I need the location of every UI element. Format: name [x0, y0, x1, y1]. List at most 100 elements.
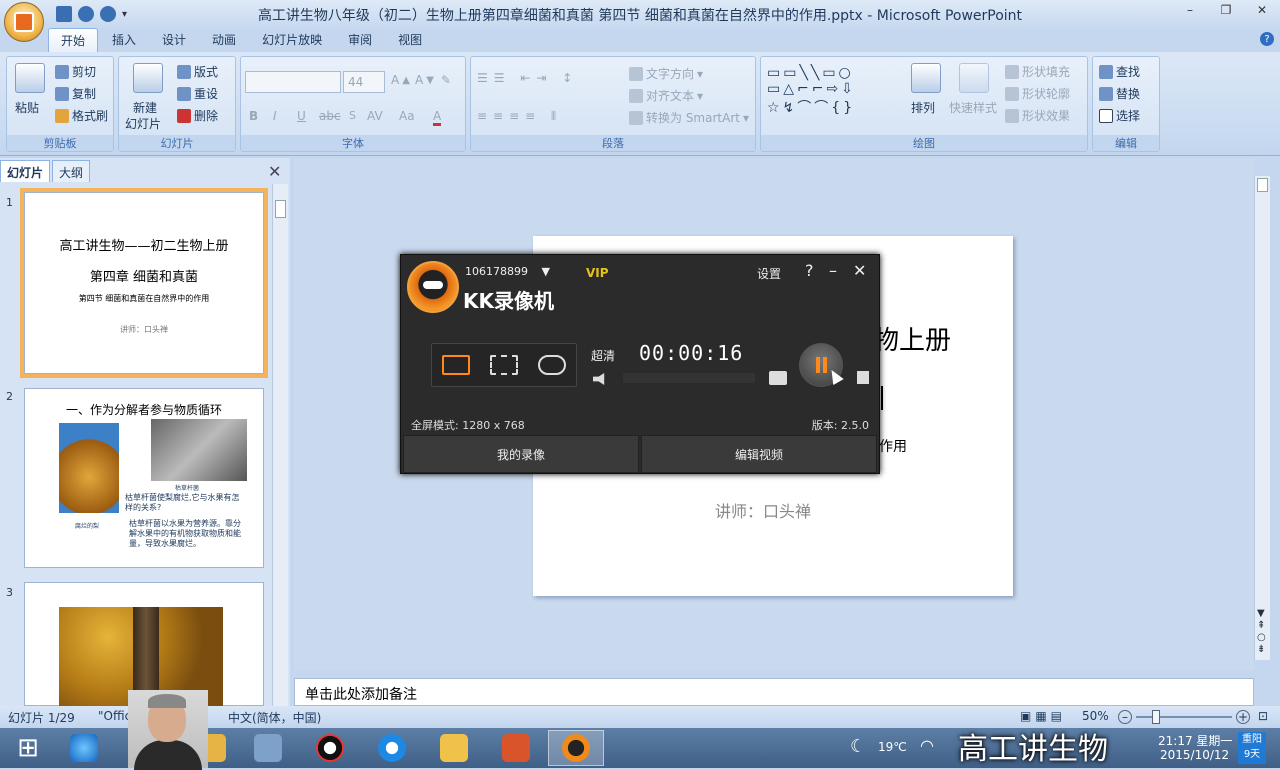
camera-icon[interactable]	[769, 371, 787, 385]
kk-user-id[interactable]: 106178899 ▼	[465, 265, 550, 278]
delete-button[interactable]: 删除	[177, 107, 218, 124]
shadow-icon[interactable]: S	[349, 109, 356, 122]
edit-video-button[interactable]: 编辑视频	[641, 435, 877, 473]
taskbar-app5[interactable]	[364, 730, 420, 766]
new-slide-button[interactable]: 新建	[133, 99, 157, 116]
tab-animation[interactable]: 动画	[200, 28, 248, 52]
panel-scroll-thumb[interactable]	[275, 200, 286, 218]
shape-outline-button[interactable]: 形状轮廓	[1005, 85, 1070, 102]
font-size-field[interactable]: 44	[343, 71, 385, 93]
taskbar-ie[interactable]	[56, 730, 112, 766]
close-panel-icon[interactable]: ✕	[268, 162, 281, 181]
kk-recorder-window[interactable]: 106178899 ▼ VIP KK录像机 设置 ? – ✕ 超清 00:00:…	[400, 254, 880, 474]
grow-font-button[interactable]: A ▲	[391, 73, 410, 87]
zoom-level[interactable]: 50%	[1082, 709, 1109, 723]
clock-date[interactable]: 2015/10/12	[1160, 748, 1229, 762]
minimize-button[interactable]: –	[1172, 0, 1208, 20]
slide-thumbnail-1[interactable]: 高工讲生物——初二生物上册 第四章 细菌和真菌 第四节 细菌和真菌在自然界中的作…	[20, 188, 268, 378]
find-button[interactable]: 查找	[1099, 63, 1140, 80]
slide-thumbnail-2[interactable]: 一、作为分解者参与物质循环 枯草杆菌 腐烂的梨 枯草杆菌使梨腐烂,它与水果有怎样…	[24, 388, 264, 568]
zoom-slider-thumb[interactable]	[1152, 710, 1160, 724]
arrange-icon[interactable]	[911, 63, 941, 93]
volume-icon[interactable]	[593, 373, 605, 385]
replace-button[interactable]: 替换	[1099, 85, 1140, 102]
notes-pane[interactable]: 单击此处添加备注	[294, 678, 1254, 706]
arrange-button[interactable]: 排列	[911, 99, 935, 116]
paste-icon[interactable]	[15, 63, 45, 93]
panel-scrollbar[interactable]	[272, 184, 288, 706]
clear-format-icon[interactable]: ✎	[441, 73, 451, 87]
slide-scrollbar[interactable]: ▼ ⇞ ○ ⇟	[1254, 176, 1270, 660]
char-spacing-button[interactable]: AV	[367, 109, 383, 123]
kk-minimize-button[interactable]: –	[829, 261, 837, 280]
restore-button[interactable]: ❐	[1208, 0, 1244, 20]
taskbar-powerpoint[interactable]	[488, 730, 544, 766]
fit-window-icon[interactable]: ⊡	[1258, 709, 1268, 723]
tab-outline[interactable]: 大纲	[52, 160, 91, 182]
scroll-nav-icons[interactable]: ▼ ⇞ ○ ⇟	[1257, 608, 1266, 656]
tab-view[interactable]: 视图	[386, 28, 434, 52]
italic-button[interactable]: I	[273, 109, 277, 123]
align-text-button[interactable]: 对齐文本 ▾	[629, 87, 703, 104]
bold-button[interactable]: B	[249, 109, 258, 123]
select-button[interactable]: 选择	[1099, 107, 1140, 124]
fullscreen-mode-icon[interactable]	[442, 355, 470, 375]
quality-setting[interactable]: 超清	[591, 347, 615, 364]
wifi-icon[interactable]: ◠	[920, 736, 934, 755]
user-dropdown-icon[interactable]: ▼	[542, 265, 550, 278]
tab-slides[interactable]: 幻灯片	[0, 160, 51, 182]
reset-button[interactable]: 重设	[177, 85, 218, 102]
help-icon[interactable]: ?	[1260, 32, 1274, 46]
taskbar-kk-recorder[interactable]	[548, 730, 604, 766]
start-button[interactable]: ⊞	[0, 730, 56, 766]
paste-button[interactable]: 粘贴	[15, 99, 39, 116]
kk-close-button[interactable]: ✕	[853, 261, 866, 280]
office-button[interactable]	[4, 2, 44, 42]
region-mode-icon[interactable]	[490, 355, 518, 375]
tab-design[interactable]: 设计	[150, 28, 198, 52]
taskbar-qq[interactable]	[302, 730, 358, 766]
shrink-font-button[interactable]: A ▼	[415, 73, 434, 87]
volume-bar[interactable]	[623, 373, 755, 383]
quick-styles-button[interactable]: 快速样式	[949, 99, 997, 116]
tab-home[interactable]: 开始	[48, 28, 99, 52]
text-direction-button[interactable]: 文字方向 ▾	[629, 65, 703, 82]
slide-scroll-thumb[interactable]	[1257, 178, 1268, 192]
stop-button[interactable]	[857, 371, 869, 384]
format-painter-button[interactable]: 格式刷	[55, 107, 108, 124]
kk-help-button[interactable]: ?	[805, 261, 814, 280]
cut-button[interactable]: 剪切	[55, 63, 96, 80]
gamepad-icon[interactable]	[538, 355, 566, 375]
new-slide-icon[interactable]	[133, 63, 163, 93]
vip-badge[interactable]: VIP	[586, 266, 609, 280]
strikethrough-button[interactable]: abc	[319, 109, 341, 123]
quick-styles-icon[interactable]	[959, 63, 989, 93]
slide-thumbnail-3[interactable]	[24, 582, 264, 707]
shapes-gallery[interactable]: ▭▭╲╲▭○ ▭△⌐⌐⇨⇩ ☆↯⌒⌒{}	[767, 65, 856, 117]
shape-effects-button[interactable]: 形状效果	[1005, 107, 1070, 124]
taskbar-app3[interactable]	[240, 730, 296, 766]
zoom-in-icon[interactable]: +	[1236, 710, 1250, 724]
new-slide-dropdown[interactable]: 幻灯片	[125, 115, 161, 132]
view-buttons-icon[interactable]: ▣▦▤	[1020, 709, 1066, 723]
my-recordings-button[interactable]: 我的录像	[403, 435, 639, 473]
tab-slideshow[interactable]: 幻灯片放映	[250, 28, 334, 52]
calendar-widget[interactable]: 重阳 9天	[1238, 732, 1266, 764]
kk-settings-button[interactable]: 设置	[757, 265, 781, 282]
taskbar-explorer[interactable]	[426, 730, 482, 766]
font-name-field[interactable]	[245, 71, 341, 93]
font-color-button[interactable]: A	[433, 109, 442, 126]
shape-fill-button[interactable]: 形状填充	[1005, 63, 1070, 80]
clock-time[interactable]: 21:17 星期一	[1158, 732, 1232, 749]
smartart-button[interactable]: 转换为 SmartArt ▾	[629, 109, 749, 126]
change-case-button[interactable]: Aa	[399, 109, 415, 123]
list-icons[interactable]: ☰☰ ⇤⇥ ↕	[477, 71, 578, 85]
tab-review[interactable]: 审阅	[336, 28, 384, 52]
layout-button[interactable]: 版式	[177, 63, 218, 80]
align-icons[interactable]: ≡≡≡≡ ⫴	[477, 109, 562, 124]
tab-insert[interactable]: 插入	[100, 28, 148, 52]
close-button[interactable]: ✕	[1244, 0, 1280, 20]
underline-button[interactable]: U	[297, 109, 306, 123]
zoom-out-icon[interactable]: –	[1118, 710, 1132, 724]
zoom-slider[interactable]	[1136, 716, 1232, 718]
